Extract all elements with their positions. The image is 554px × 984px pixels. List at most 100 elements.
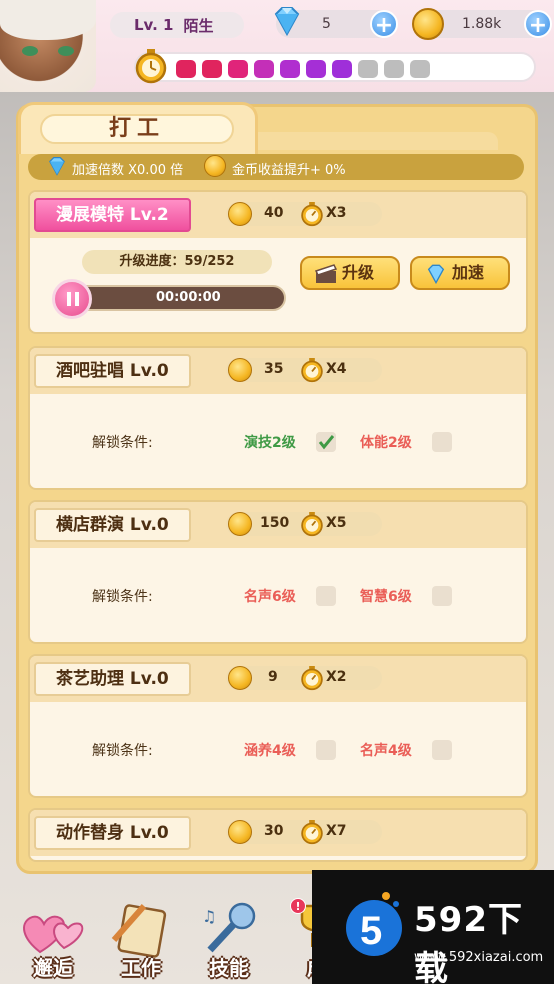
stopwatch-icon	[135, 49, 167, 84]
reward-amount: 35	[264, 361, 284, 377]
stopwatch-icon	[301, 512, 323, 537]
job-card: 漫展模特 Lv.2 40 X3 升级进度：59/252 00:00:00 升级 …	[28, 190, 528, 334]
svg-text:5: 5	[360, 909, 382, 953]
watermark-url: www.592xiazai.com	[414, 950, 544, 965]
add-gems-button[interactable]: +	[370, 10, 398, 38]
stamina-pip-filled	[228, 60, 248, 78]
add-coins-button[interactable]: +	[524, 10, 552, 38]
job-reward: 150 X5	[226, 512, 382, 537]
job-card: 动作替身 Lv.0 30 X7	[28, 808, 528, 862]
top-bar: Lv. 1 陌生 5 + 1.88k +	[0, 0, 554, 92]
job-card: 茶艺助理 Lv.0 9 X2 解锁条件: 涵养4级 名声4级	[28, 654, 528, 798]
coin-icon	[228, 820, 252, 844]
reward-multiplier: X2	[326, 669, 347, 685]
level-text: Lv. 1	[134, 16, 174, 34]
stamina-pip-empty	[384, 60, 404, 78]
stamina-pip-empty	[358, 60, 378, 78]
svg-text:♫: ♫	[202, 907, 216, 926]
unlock-condition-label: 解锁条件:	[92, 743, 153, 759]
unchecked-box-icon	[432, 432, 452, 452]
watermark-brand: 592下载	[414, 900, 523, 984]
unlock-condition: 智慧6级	[360, 589, 412, 605]
diamond-icon	[49, 156, 65, 176]
coin-icon	[204, 155, 226, 177]
nav-label: 邂逅	[33, 956, 73, 980]
job-name: 酒吧驻唱 Lv.0	[34, 354, 191, 388]
nav-encounter[interactable]: 邂逅	[10, 890, 96, 984]
diamond-icon	[427, 264, 445, 284]
unlock-condition-label: 解锁条件:	[92, 435, 153, 451]
coin-icon	[412, 8, 444, 40]
stopwatch-icon	[301, 820, 323, 845]
panel-title: 打工	[40, 114, 234, 144]
pause-button[interactable]	[52, 279, 92, 319]
stamina-pip-filled	[332, 60, 352, 78]
reward-amount: 150	[260, 515, 290, 531]
job-reward: 40 X3	[226, 202, 382, 227]
upgrade-button[interactable]: 升级	[300, 256, 400, 290]
unlock-condition: 体能2级	[360, 435, 412, 451]
clapperboard-icon	[314, 264, 338, 283]
notification-badge: !	[290, 898, 306, 914]
reward-amount: 30	[264, 823, 284, 839]
nav-skills[interactable]: ♫ 技能	[186, 890, 272, 984]
nav-label: 技能	[209, 956, 249, 980]
unchecked-box-icon	[432, 586, 452, 606]
job-name: 动作替身 Lv.0	[34, 816, 191, 850]
unchecked-box-icon	[316, 740, 336, 760]
unlock-condition: 演技2级	[244, 435, 296, 451]
unlock-condition: 名声6级	[244, 589, 296, 605]
unlock-condition-label: 解锁条件:	[92, 589, 153, 605]
reward-multiplier: X5	[326, 515, 347, 531]
avatar-eye	[58, 46, 74, 56]
stopwatch-icon	[301, 666, 323, 691]
reward-multiplier: X3	[326, 205, 347, 221]
job-card: 横店群演 Lv.0 150 X5 解锁条件: 名声6级 智慧6级	[28, 500, 528, 644]
stamina-pip-filled	[280, 60, 300, 78]
job-name: 横店群演 Lv.0	[34, 508, 191, 542]
job-reward: 30 X7	[226, 820, 382, 845]
reward-multiplier: X4	[326, 361, 347, 377]
coin-bonus-text: 金币收益提升+ 0%	[232, 163, 346, 178]
coin-count: 1.88k	[462, 16, 502, 32]
job-timer: 00:00:00	[156, 290, 221, 305]
diamond-icon	[274, 7, 300, 36]
avatar-eye	[22, 46, 38, 56]
stamina-bar	[134, 52, 536, 82]
microphone-icon: ♫	[202, 902, 256, 953]
reward-amount: 40	[264, 205, 284, 221]
coin-icon	[228, 202, 252, 226]
stopwatch-icon	[301, 202, 323, 227]
stamina-pip-empty	[410, 60, 430, 78]
stopwatch-icon	[301, 358, 323, 383]
reward-multiplier: X7	[326, 823, 347, 839]
nav-label: 工作	[121, 956, 161, 980]
upgrade-label: 升级	[342, 263, 375, 282]
speed-up-label: 加速	[452, 263, 485, 282]
job-name: 茶艺助理 Lv.0	[34, 662, 191, 696]
rank-text: 陌生	[183, 16, 214, 35]
unlock-condition: 名声4级	[360, 743, 412, 759]
job-card: 酒吧驻唱 Lv.0 35 X4 解锁条件: 演技2级 体能2级	[28, 346, 528, 490]
panel-tab-rail	[240, 132, 498, 150]
coin-icon	[228, 512, 252, 536]
gem-count: 5	[322, 16, 331, 32]
unchecked-box-icon	[432, 740, 452, 760]
stamina-pip-filled	[254, 60, 274, 78]
gem-counter: 5 +	[274, 7, 398, 38]
coin-icon	[228, 358, 252, 382]
job-reward: 9 X2	[226, 666, 382, 691]
upgrade-progress-label: 升级进度：59/252	[82, 250, 272, 274]
nav-work[interactable]: 工作	[98, 890, 184, 984]
avatar-hair	[0, 0, 96, 40]
speed-up-button[interactable]: 加速	[410, 256, 510, 290]
player-avatar[interactable]	[0, 0, 96, 92]
coin-icon	[228, 666, 252, 690]
notebook-icon	[111, 904, 167, 958]
speed-multiplier-text: 加速倍数 X0.00 倍	[72, 163, 184, 178]
hearts-icon	[23, 915, 84, 954]
stamina-pip-filled	[176, 60, 196, 78]
watermark: 5 592下载 www.592xiazai.com	[312, 870, 554, 984]
coin-counter: 1.88k +	[412, 8, 552, 40]
level-badge: Lv. 1 陌生	[110, 12, 244, 38]
